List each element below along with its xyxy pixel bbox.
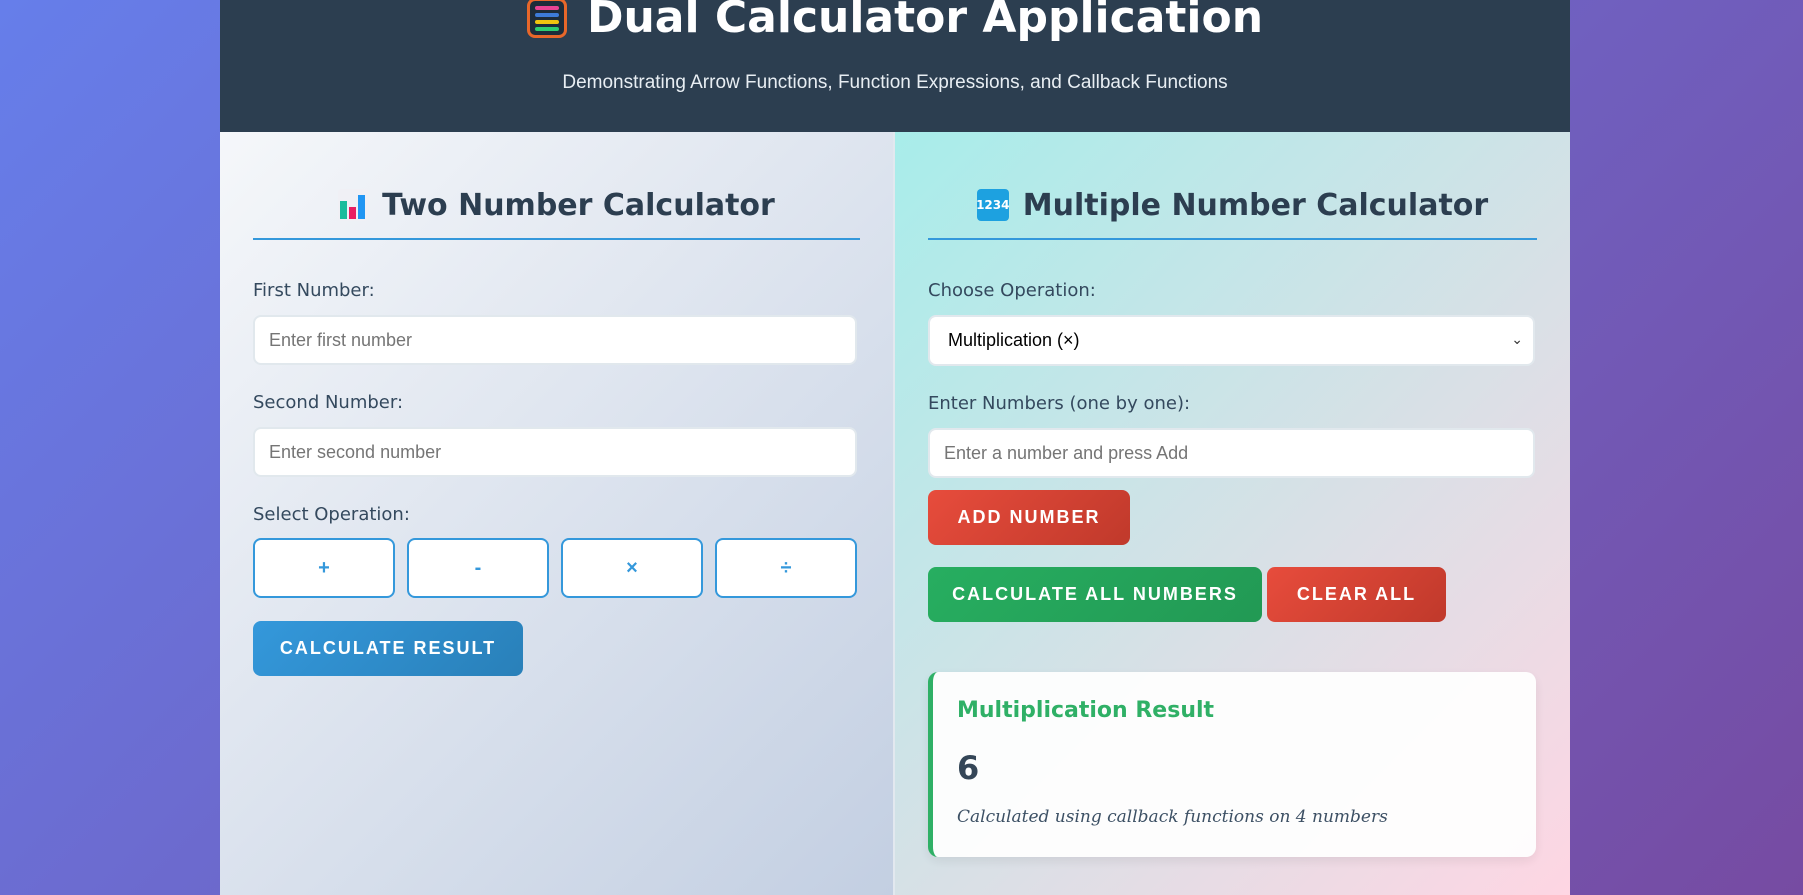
- first-number-input[interactable]: [253, 315, 857, 365]
- app-container: Dual Calculator Application Demonstratin…: [220, 0, 1570, 895]
- multiple-number-calculator: 1234 Multiple Number Calculator Choose O…: [895, 132, 1570, 895]
- two-number-calculator: Two Number Calculator First Number: Seco…: [220, 132, 895, 895]
- enter-numbers-label: Enter Numbers (one by one):: [928, 393, 1191, 414]
- app-title-text: Dual Calculator Application: [586, 0, 1264, 43]
- second-number-label: Second Number:: [253, 392, 404, 413]
- multiple-number-title-text: Multiple Number Calculator: [1022, 187, 1489, 223]
- app-header: Dual Calculator Application Demonstratin…: [220, 0, 1570, 132]
- result-card: Multiplication Result 6 Calculated using…: [928, 672, 1536, 857]
- result-note: Calculated using callback functions on 4…: [957, 807, 1388, 827]
- abacus-icon: [526, 0, 567, 38]
- calculator-panels: Two Number Calculator First Number: Seco…: [220, 132, 1570, 895]
- app-subtitle: Demonstrating Arrow Functions, Function …: [562, 72, 1228, 93]
- multiple-number-title: 1234 Multiple Number Calculator: [928, 172, 1537, 240]
- clear-all-button[interactable]: Clear All: [1267, 567, 1446, 622]
- first-number-label: First Number:: [253, 280, 375, 301]
- bar-chart-icon: [338, 189, 369, 221]
- two-number-title: Two Number Calculator: [253, 172, 860, 240]
- calculate-result-button[interactable]: Calculate Result: [253, 621, 523, 676]
- add-operation-button[interactable]: +: [253, 538, 395, 598]
- app-title: Dual Calculator Application: [220, 0, 1570, 43]
- calculate-all-button[interactable]: Calculate All Numbers: [928, 567, 1262, 622]
- operation-select-value: Multiplication (×): [948, 330, 1080, 350]
- choose-operation-label: Choose Operation:: [928, 280, 1096, 301]
- result-value: 6: [957, 749, 980, 787]
- second-number-input[interactable]: [253, 427, 857, 477]
- select-operation-label: Select Operation:: [253, 504, 410, 525]
- number-input[interactable]: [928, 428, 1535, 478]
- operation-select[interactable]: Multiplication (×) ⌄: [928, 315, 1535, 366]
- result-title: Multiplication Result: [957, 698, 1215, 723]
- subtract-operation-button[interactable]: -: [407, 538, 549, 598]
- two-number-title-text: Two Number Calculator: [382, 187, 775, 223]
- add-number-button[interactable]: Add Number: [928, 490, 1130, 545]
- numbers-icon: 1234: [976, 189, 1009, 221]
- divide-operation-button[interactable]: ÷: [715, 538, 857, 598]
- multiply-operation-button[interactable]: ×: [561, 538, 703, 598]
- chevron-down-icon: ⌄: [1511, 331, 1523, 347]
